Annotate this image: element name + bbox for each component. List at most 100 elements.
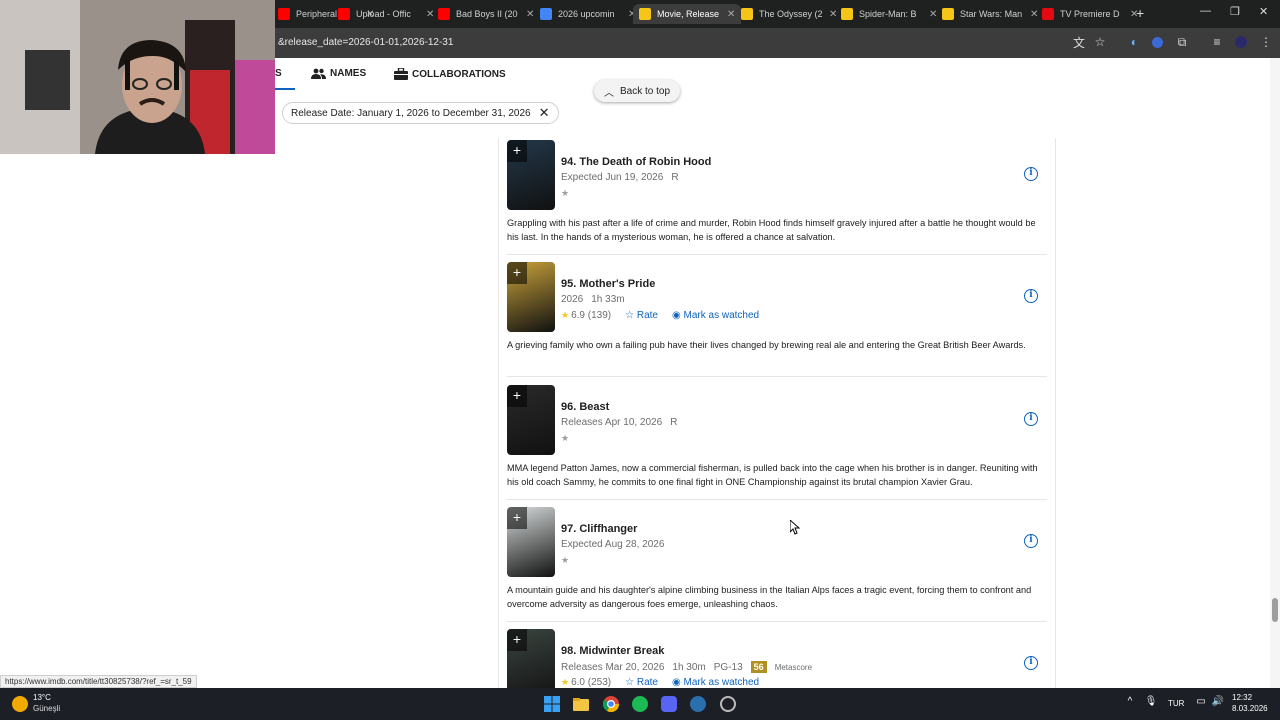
tab-favicon-icon [540,8,552,20]
release-date-filter-chip[interactable]: Release Date: January 1, 2026 to Decembe… [282,102,559,124]
poster-image[interactable]: + [507,262,555,332]
browser-tab[interactable]: Upload - Offic ✕ [332,4,440,24]
poster-image[interactable]: + [507,629,555,688]
chrome-icon[interactable] [602,696,620,713]
profile-avatar[interactable] [1233,34,1249,50]
page-scrollbar[interactable] [1270,58,1280,688]
tab-favicon-icon [438,8,450,20]
info-icon[interactable]: i [1024,656,1038,670]
add-to-watchlist-icon[interactable]: + [507,140,527,162]
link-status-url: https://www.imdb.com/title/tt30825738/?r… [0,675,197,688]
title-link[interactable]: 95. Mother's Pride [561,278,655,290]
rating-row: ★ [561,555,571,566]
tab-titles[interactable]: S [275,68,282,79]
chevron-up-icon[interactable]: ^ [1122,696,1138,712]
browser-tab-title: The Odyssey (2 [759,9,823,19]
tab-titles-label: S [275,68,282,79]
volume-icon[interactable]: 🔊 [1210,696,1226,712]
title-meta: 2026 1h 33m [561,294,633,305]
browser-tab[interactable]: The Odyssey (2 ✕ [735,4,843,24]
mouse-cursor-icon [789,518,801,540]
tab-names[interactable]: NAMES [311,68,366,79]
info-icon[interactable]: i [1024,412,1038,426]
address-bar[interactable]: &release_date=2026-01-01,2026-12-31 [278,37,453,48]
extension-icon[interactable]: ◖ [1125,34,1141,50]
info-icon[interactable]: i [1024,534,1038,548]
tab-favicon-icon [338,8,350,20]
title-meta: Releases Mar 20, 2026 1h 30m PG-13 56 Metasc… [561,661,820,673]
mark-as-watched-button[interactable]: ◉ Mark as watched [672,310,759,321]
divider [507,376,1047,377]
title-metadata: R [671,172,679,183]
browser-menu-icon[interactable]: ⋮ [1258,34,1274,50]
input-language[interactable]: TUR [1168,699,1184,708]
browser-tab[interactable]: Movie, Release ✕ [633,4,742,24]
add-to-watchlist-icon[interactable]: + [507,385,527,407]
rating-row: ★ 6.0 (253) ☆ Rate ◉ Mark as watched [561,677,759,688]
add-to-watchlist-icon[interactable]: + [507,629,527,651]
extension-icon[interactable] [1149,34,1165,50]
add-to-watchlist-icon[interactable]: + [507,262,527,284]
tab-collaborations[interactable]: COLLABORATIONS [394,68,506,80]
translate-icon[interactable]: 文 [1071,34,1087,50]
tab-names-label: NAMES [330,68,367,79]
results-list: +94. The Death of Robin Hood Expected Jun… [498,138,1056,688]
title-link[interactable]: 97. Cliffhanger [561,523,637,535]
plot-description: A grieving family who own a failing pub … [507,340,1026,350]
rating-row: ★ 6.9 (139) ☆ Rate ◉ Mark as watched [561,310,759,321]
info-icon[interactable]: i [1024,167,1038,181]
new-tab-button[interactable]: + [1136,5,1144,21]
star-icon: ★ [561,555,570,565]
title-metadata: Releases Mar 20, 2026 [561,662,665,673]
browser-tab[interactable]: 2026 upcomin✕ [534,4,642,24]
active-tab-indicator [275,88,295,90]
browser-tab[interactable]: Star Wars: Man ✕ [936,4,1044,24]
browser-tab[interactable]: Bad Boys II (20 ✕ [432,4,540,24]
poster-image[interactable]: + [507,507,555,577]
add-to-watchlist-icon[interactable]: + [507,507,527,529]
network-icon[interactable]: ▭ [1193,696,1209,712]
file-explorer-icon[interactable] [573,696,589,712]
title-metadata: Expected Jun 19, 2026 [561,172,664,183]
browser-tab[interactable]: Spider-Man: B ✕ [835,4,943,24]
mark-as-watched-button[interactable]: ◉ Mark as watched [672,677,759,688]
weather-sun-icon[interactable] [12,696,28,712]
microphone-icon[interactable]: 🎙 [1143,696,1159,712]
chevron-up-icon: ︿ [604,87,614,99]
browser-tab-title: Star Wars: Man [960,9,1023,19]
discord-icon[interactable] [661,696,677,712]
title-metadata: Releases Apr 10, 2026 [561,417,663,428]
spotify-icon[interactable] [632,696,648,712]
tab-favicon-icon [278,8,290,20]
rating-row: ★ [561,433,571,444]
title-link[interactable]: 96. Beast [561,401,609,413]
scrollbar-thumb[interactable] [1272,598,1278,622]
windows-start-icon[interactable] [544,696,560,712]
title-meta: Expected Jun 19, 2026 R [561,172,687,183]
clock-time[interactable]: 12:32 [1232,693,1252,702]
title-metadata: 1h 30m [672,662,706,673]
browser-tab-title: 2026 upcomin [558,9,615,19]
poster-image[interactable]: + [507,385,555,455]
back-to-top-button[interactable]: ︿ Back to top [594,80,681,102]
steam-icon[interactable] [690,696,706,712]
media-controls-icon[interactable]: ≡ [1209,34,1225,50]
title-link[interactable]: 98. Midwinter Break [561,645,664,657]
maximize-button[interactable]: ❐ [1230,5,1240,18]
close-icon[interactable]: ✕ [539,105,550,121]
info-icon[interactable]: i [1024,289,1038,303]
minimize-button[interactable]: — [1200,5,1211,17]
clock-date[interactable]: 8.03.2026 [1232,704,1268,713]
weather-temperature: 13°C [33,693,51,702]
title-link[interactable]: 94. The Death of Robin Hood [561,156,711,168]
rating-value: 6.9 [571,310,585,321]
app-icon[interactable] [720,696,736,712]
rate-button[interactable]: ☆ Rate [625,677,658,688]
poster-image[interactable]: + [507,140,555,210]
streamer-webcam-image [0,0,275,154]
browser-tab[interactable]: TV Premiere D ✕ [1036,4,1144,24]
rate-button[interactable]: ☆ Rate [625,310,658,321]
bookmark-star-icon[interactable]: ☆ [1092,34,1108,50]
extensions-puzzle-icon[interactable]: ⧉ [1174,34,1190,50]
close-window-button[interactable]: ✕ [1259,5,1268,18]
